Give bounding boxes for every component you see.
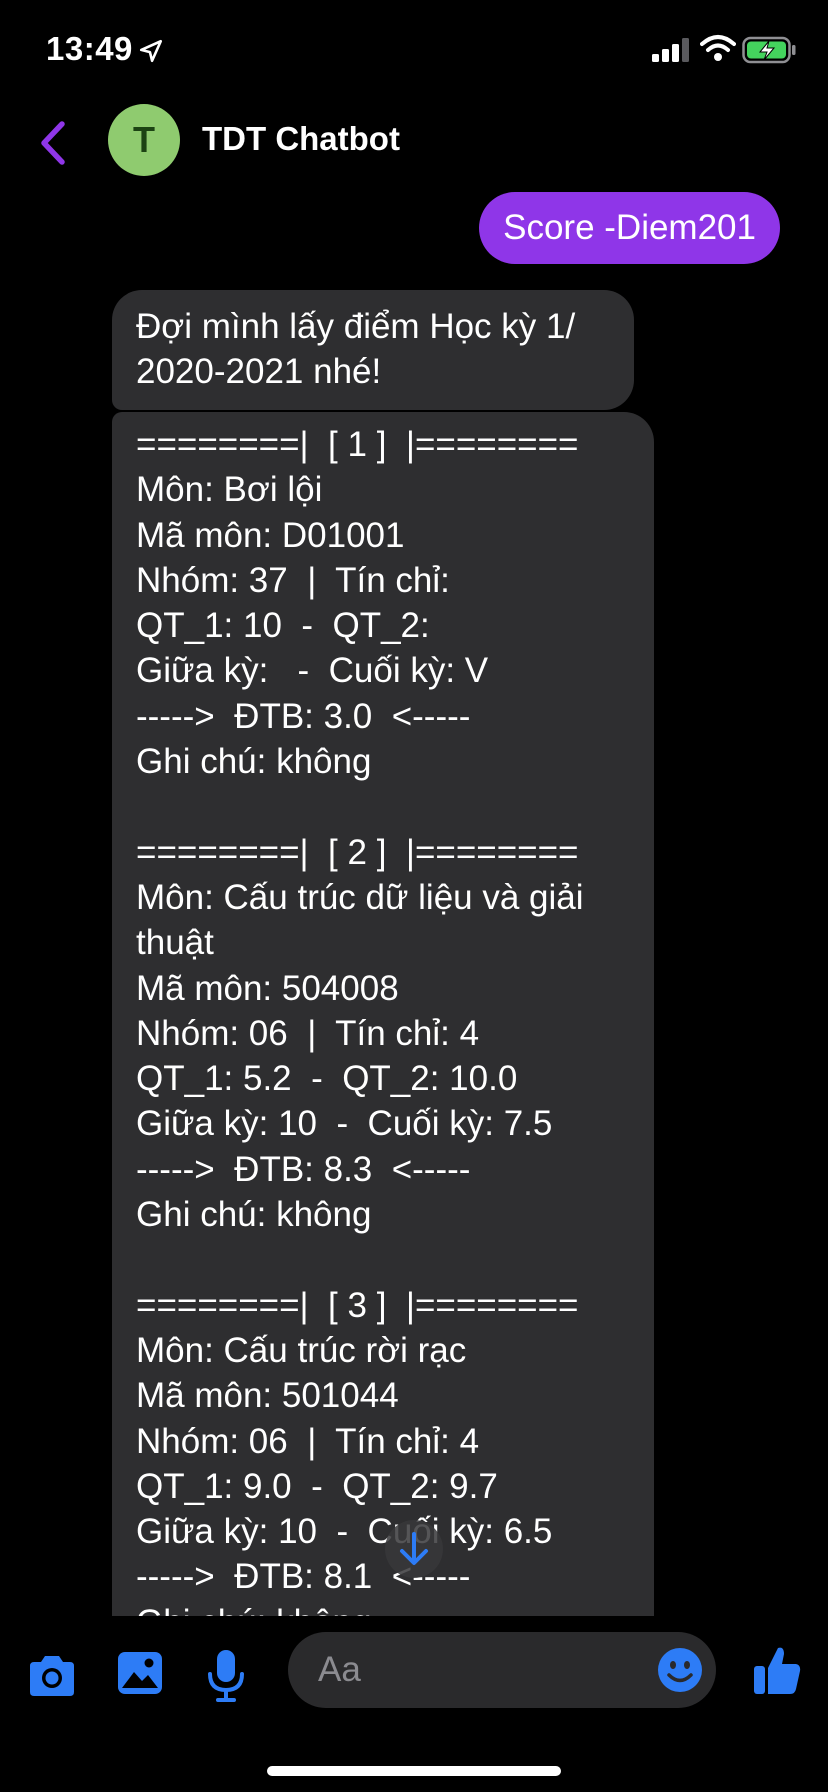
home-indicator xyxy=(267,1766,561,1776)
avatar-letter: T xyxy=(133,119,155,160)
status-bar: 13:49 xyxy=(0,0,828,100)
status-time: 13:49 xyxy=(46,30,133,67)
chevron-left-icon[interactable] xyxy=(36,118,72,168)
scroll-to-bottom-button[interactable] xyxy=(385,1520,443,1578)
incoming-message[interactable]: Đợi mình lấy điểm Học kỳ 1/ 2020-2021 nh… xyxy=(112,290,634,410)
location-arrow-icon xyxy=(139,39,163,63)
arrow-down-icon xyxy=(400,1532,428,1565)
avatar[interactable]: T xyxy=(108,104,180,176)
message-input-placeholder: Aa xyxy=(318,1650,361,1689)
gallery-icon[interactable] xyxy=(116,1650,164,1696)
thumbs-up-icon[interactable] xyxy=(752,1644,802,1696)
message-input[interactable]: Aa xyxy=(288,1632,716,1708)
chat-screen: 13:49 T TDT Chatbot Score -Diem201 Đợi m… xyxy=(0,0,828,1792)
microphone-icon[interactable] xyxy=(206,1648,246,1704)
signal-icon xyxy=(652,38,689,62)
outgoing-message[interactable]: Score -Diem201 xyxy=(479,192,780,264)
chat-title[interactable]: TDT Chatbot xyxy=(202,120,400,158)
wifi-icon xyxy=(700,35,736,61)
emoji-icon[interactable] xyxy=(656,1646,704,1694)
battery-charging-icon xyxy=(742,36,796,64)
incoming-score-message[interactable]: ========| [ 1 ] |======== Môn: Bơi lội M… xyxy=(112,412,654,1712)
chat-header: T TDT Chatbot xyxy=(0,100,828,190)
camera-icon[interactable] xyxy=(26,1654,78,1698)
